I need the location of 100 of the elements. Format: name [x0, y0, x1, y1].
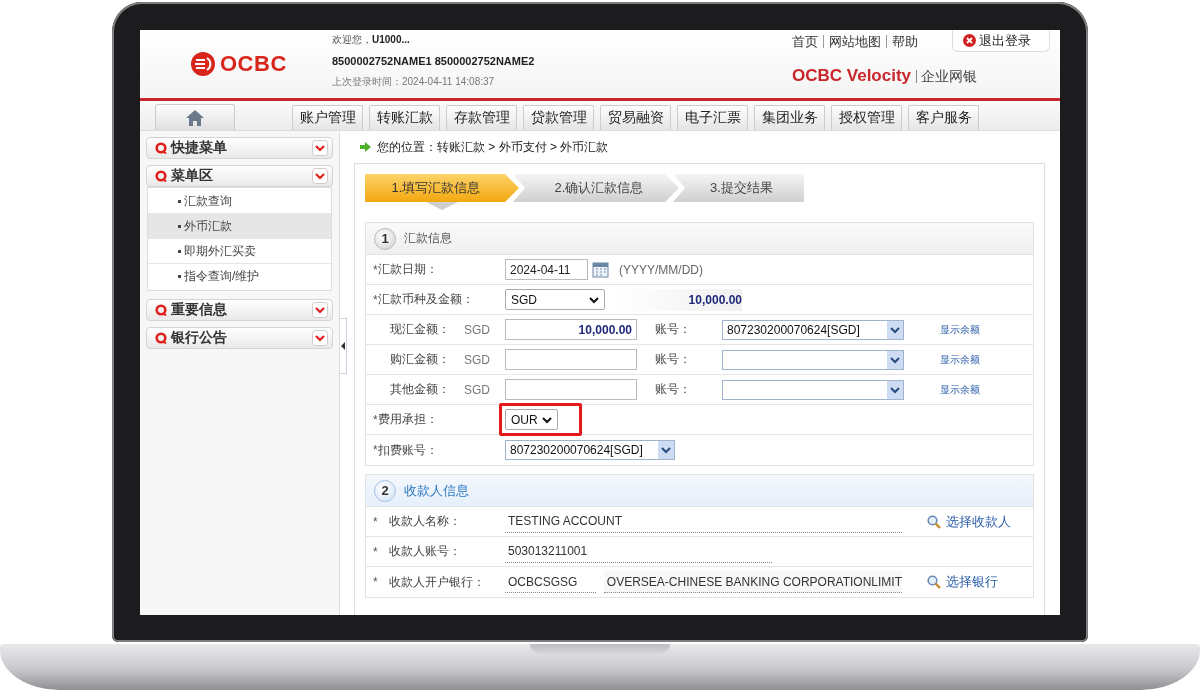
- chevron-down-icon[interactable]: [312, 168, 328, 184]
- account-names: 8500002752NAME1 8500002752NAME2: [332, 55, 535, 67]
- account-select[interactable]: 807230200070624[SGD]: [505, 440, 675, 460]
- amount-field[interactable]: [505, 349, 637, 370]
- ring-icon: [155, 142, 167, 154]
- field-label: 汇款币种及金额：: [378, 291, 475, 308]
- home-tab[interactable]: [155, 104, 235, 130]
- amount-field[interactable]: [505, 379, 637, 400]
- format-hint: (YYYY/MM/DD): [619, 262, 703, 277]
- breadcrumb-text: 您的位置：转账汇款 > 外币支付 > 外币汇款: [377, 138, 609, 156]
- required-mark: *: [373, 412, 378, 427]
- field-label: 扣费账号：: [378, 441, 439, 459]
- menu-title: 重要信息: [171, 301, 228, 319]
- select-value: 807230200070624[SGD]: [727, 322, 860, 337]
- calendar-icon[interactable]: [592, 261, 609, 278]
- balance-link[interactable]: 显示余额: [940, 352, 980, 367]
- menu-header[interactable]: 银行公告: [146, 327, 333, 349]
- close-icon: [963, 34, 976, 47]
- select-link[interactable]: 选择银行: [927, 573, 998, 591]
- arrow-right-icon: [360, 142, 371, 152]
- required-mark: *: [373, 544, 379, 559]
- menu-item[interactable]: 外币汇款: [148, 214, 331, 239]
- section-title: 收款人信息: [404, 481, 469, 500]
- section-number: 2: [374, 479, 396, 502]
- chevron-down-icon: [887, 380, 903, 399]
- ring-icon: [155, 304, 167, 316]
- logout-button[interactable]: 退出登录: [952, 30, 1050, 52]
- nav-tab[interactable]: 集团业务: [754, 105, 825, 130]
- home-icon: [185, 108, 205, 127]
- menu-header[interactable]: 快捷菜单: [146, 137, 333, 159]
- chevron-down-icon: [887, 350, 903, 369]
- header-link[interactable]: 网站地图: [823, 35, 886, 48]
- currency-select[interactable]: SGD: [505, 289, 605, 310]
- welcome-text: 欢迎您，U1000...: [332, 33, 411, 47]
- section-title: 汇款信息: [404, 230, 452, 247]
- menu-header[interactable]: 菜单区: [146, 165, 333, 187]
- menu-title: 快捷菜单: [171, 139, 228, 157]
- field-label: 收款人名称：: [389, 513, 462, 530]
- menu-title: 银行公告: [171, 329, 228, 347]
- logo-text: OCBC: [220, 51, 287, 77]
- header-link[interactable]: 首页: [792, 35, 823, 48]
- brand-subtitle: 企业网银: [916, 69, 978, 83]
- menu-item[interactable]: 即期外汇买卖: [148, 239, 331, 264]
- pointer-icon: [426, 202, 458, 210]
- field-label: 费用承担：: [378, 411, 439, 428]
- field-label: 其他金额：: [390, 381, 451, 398]
- ring-icon: [155, 170, 167, 182]
- required-mark: *: [373, 292, 378, 307]
- menu-item[interactable]: 指令查询/维护: [148, 264, 331, 289]
- brand-name: OCBC Velocity: [792, 66, 912, 86]
- chevron-down-icon[interactable]: [312, 330, 328, 346]
- nav-tab[interactable]: 账户管理: [292, 105, 363, 130]
- nav-tab[interactable]: 客户服务: [908, 105, 979, 130]
- select-link[interactable]: 选择收款人: [927, 512, 1011, 531]
- section-number: 1: [374, 227, 396, 250]
- balance-link[interactable]: 显示余额: [940, 382, 980, 397]
- select-value: OUR: [511, 412, 538, 427]
- field-label: 收款人开户银行：: [389, 573, 486, 591]
- chevron-down-icon: [541, 415, 552, 424]
- chevron-down-icon: [589, 295, 599, 304]
- required-mark: *: [373, 575, 379, 589]
- required-mark: *: [373, 443, 378, 457]
- field-label: 现汇金额：: [390, 321, 451, 338]
- nav-tab[interactable]: 贸易融资: [600, 105, 671, 130]
- chevron-down-icon[interactable]: [312, 140, 328, 156]
- last-login-text: 上次登录时间：2024-04-11 14:08:37: [332, 75, 496, 89]
- currency-code: SGD: [464, 352, 491, 367]
- nav-tab[interactable]: 转账汇款: [369, 105, 440, 130]
- nav-tab[interactable]: 电子汇票: [677, 105, 748, 130]
- field-label: 账号：: [655, 351, 692, 368]
- balance-link[interactable]: 显示余额: [940, 322, 980, 337]
- date-field[interactable]: 2024-04-11: [505, 259, 588, 280]
- fee-select[interactable]: OUR: [505, 409, 558, 430]
- required-mark: *: [373, 262, 378, 277]
- nav-tab[interactable]: 存款管理: [446, 105, 517, 130]
- nav-tab[interactable]: 授权管理: [831, 105, 902, 130]
- chevron-down-icon: [658, 441, 674, 459]
- field-label: 账号：: [655, 321, 692, 338]
- search-icon: [927, 575, 941, 589]
- nav-tab[interactable]: 贷款管理: [523, 105, 594, 130]
- menu-title: 菜单区: [171, 167, 214, 185]
- header-link[interactable]: 帮助: [886, 35, 923, 48]
- account-select[interactable]: 807230200070624[SGD]: [722, 319, 904, 340]
- logo-icon: [190, 51, 216, 77]
- search-icon: [927, 514, 941, 529]
- menu-header[interactable]: 重要信息: [146, 299, 333, 321]
- currency-code: SGD: [464, 382, 491, 397]
- collapse-handle[interactable]: [340, 318, 347, 374]
- select-value: 807230200070624[SGD]: [510, 443, 643, 457]
- ring-icon: [155, 332, 167, 344]
- select-value: SGD: [511, 292, 537, 307]
- field-label: 购汇金额：: [390, 351, 451, 368]
- currency-code: SGD: [464, 322, 491, 337]
- field-label: 汇款日期：: [378, 261, 439, 278]
- chevron-down-icon: [887, 320, 903, 339]
- chevron-down-icon[interactable]: [312, 302, 328, 318]
- field-label: 收款人账号：: [389, 543, 462, 560]
- field-label: 账号：: [655, 381, 692, 398]
- required-mark: *: [373, 514, 379, 529]
- amount-field[interactable]: 10,000.00: [505, 319, 637, 340]
